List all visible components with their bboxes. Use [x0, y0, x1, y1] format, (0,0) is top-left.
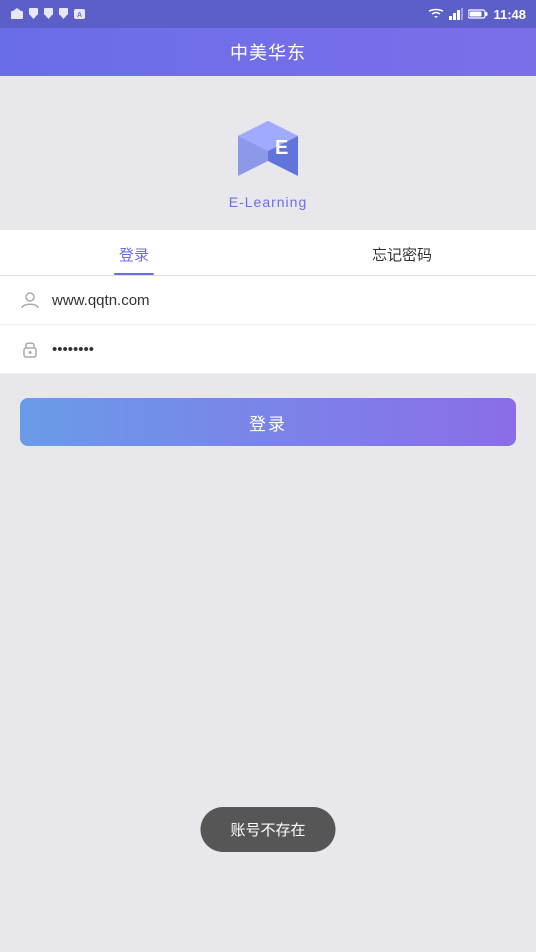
tab-login[interactable]: 登录: [0, 230, 268, 275]
lock-icon: [20, 339, 40, 359]
tab-section: 登录 忘记密码: [0, 230, 536, 276]
login-button[interactable]: 登录: [20, 398, 516, 446]
logo-label: E-Learning: [229, 194, 308, 210]
app-title: 中美华东: [230, 39, 306, 65]
top-header: 中美华东: [0, 28, 536, 76]
download-icon-1: [28, 8, 39, 20]
toast-message: 账号不存在: [200, 807, 335, 852]
signal-icon: [449, 8, 463, 20]
button-section: 登录: [0, 374, 536, 446]
notification-icon-1: [10, 8, 24, 20]
battery-icon: [468, 8, 488, 20]
username-row: [0, 276, 536, 325]
status-left-icons: A: [10, 8, 86, 20]
logo-cube-icon: E: [228, 106, 308, 186]
wifi-icon: [428, 8, 444, 20]
tab-forgot-password[interactable]: 忘记密码: [268, 230, 536, 275]
status-bar: A 11:48: [0, 0, 536, 28]
status-right-icons: 11:48: [428, 7, 526, 22]
app-icon: A: [73, 8, 86, 20]
user-icon: [20, 290, 40, 310]
download-icon-3: [58, 8, 69, 20]
logo-section: E E-Learning: [0, 76, 536, 230]
form-section: [0, 276, 536, 374]
username-input[interactable]: [52, 292, 516, 309]
password-input[interactable]: [52, 341, 516, 358]
download-icon-2: [43, 8, 54, 20]
password-row: [0, 325, 536, 374]
svg-text:E: E: [275, 137, 288, 159]
clock: 11:48: [493, 7, 526, 22]
svg-text:A: A: [77, 12, 82, 19]
